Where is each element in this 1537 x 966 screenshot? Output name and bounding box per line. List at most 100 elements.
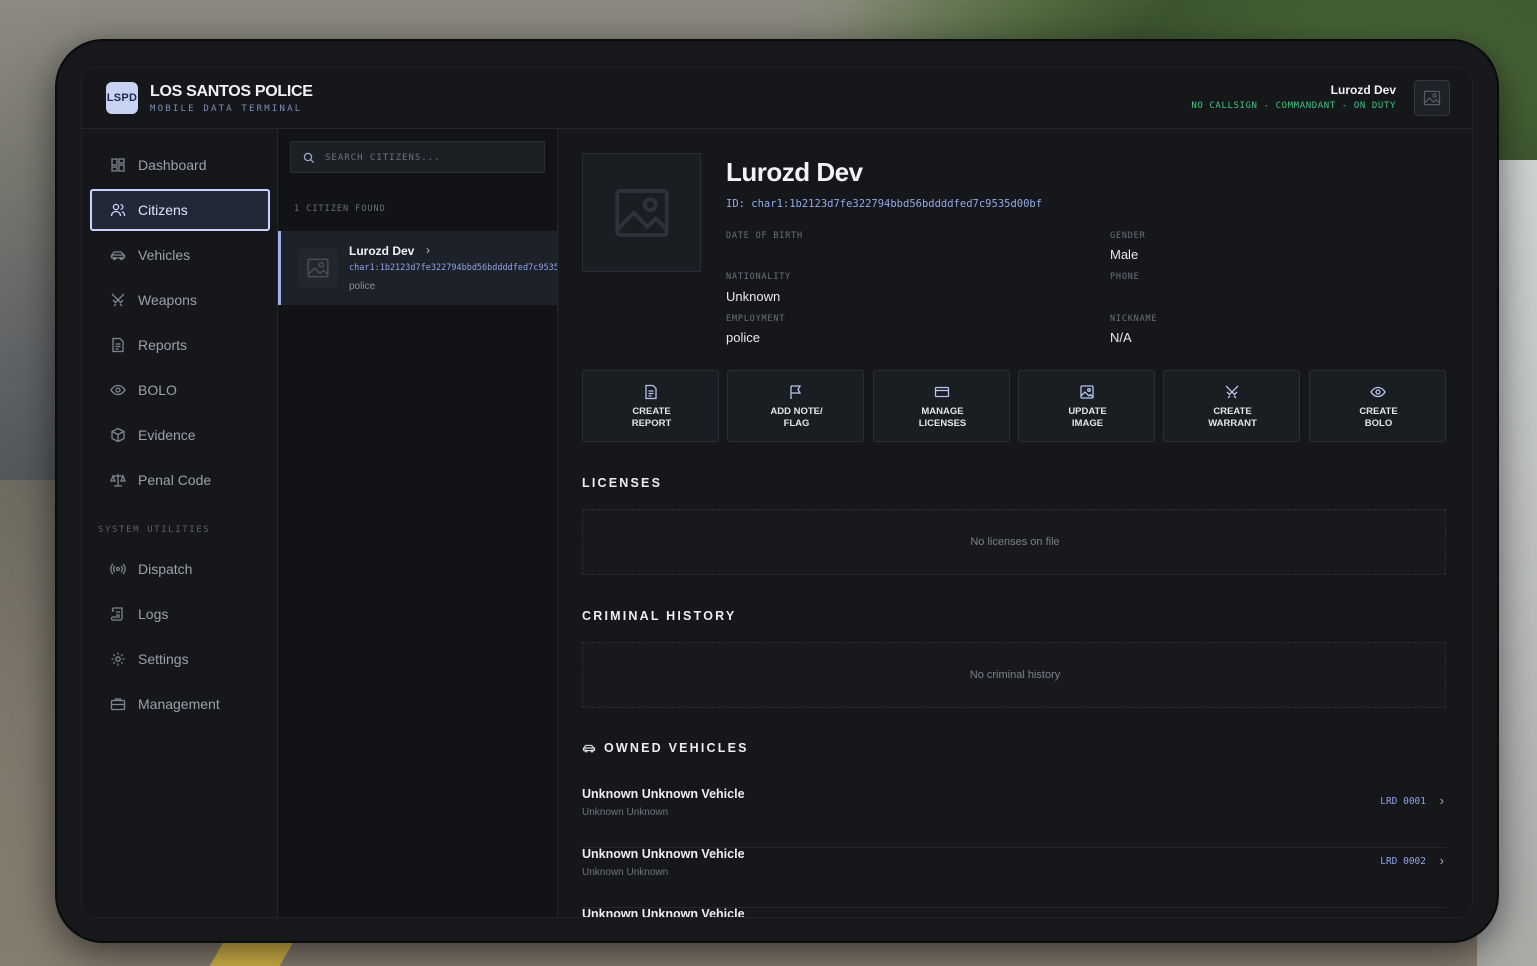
citizen-search[interactable] bbox=[290, 141, 545, 174]
app-header: LSPD LOS SANTOS POLICE MOBILE DATA TERMI… bbox=[82, 68, 1472, 129]
sidebar-item-weapons[interactable]: Weapons bbox=[90, 279, 270, 321]
sidebar-item-label: BOLO bbox=[138, 382, 177, 398]
result-count: 1 CITIZEN FOUND bbox=[294, 204, 386, 214]
sidebar-item-citizens[interactable]: Citizens bbox=[90, 189, 270, 231]
vehicle-plate: LRD 0001 bbox=[1380, 796, 1426, 807]
action-bar: CREATE REPORT ADD NOTE/ FLAG MANAGE LICE… bbox=[582, 370, 1446, 442]
citizen-name: Lurozd Dev bbox=[349, 244, 415, 258]
crossed-swords-icon bbox=[1225, 385, 1239, 399]
briefcase-icon bbox=[110, 698, 126, 711]
search-input[interactable] bbox=[323, 142, 537, 174]
criminal-history-heading: CRIMINAL HISTORY bbox=[582, 609, 737, 623]
sidebar-item-vehicles[interactable]: Vehicles bbox=[90, 234, 270, 276]
vehicle-name: Unknown Unknown Vehicle bbox=[582, 907, 745, 917]
app-subtitle: MOBILE DATA TERMINAL bbox=[150, 104, 303, 114]
update-image-button[interactable]: UPDATE IMAGE bbox=[1018, 370, 1155, 442]
vehicle-name: Unknown Unknown Vehicle bbox=[582, 787, 745, 801]
image-icon bbox=[1080, 385, 1094, 399]
vehicle-name: Unknown Unknown Vehicle bbox=[582, 847, 745, 861]
scales-icon bbox=[110, 474, 126, 487]
sidebar: Dashboard Citizens Vehicles Weapons Repo… bbox=[82, 129, 278, 917]
sidebar-item-label: Settings bbox=[138, 651, 189, 667]
users-icon bbox=[110, 203, 126, 217]
box-icon bbox=[111, 427, 125, 443]
sidebar-item-settings[interactable]: Settings bbox=[90, 638, 270, 680]
licenses-empty-state: No licenses on file bbox=[582, 509, 1446, 575]
eye-icon bbox=[110, 384, 126, 396]
flag-icon bbox=[790, 385, 802, 399]
officer-avatar[interactable] bbox=[1414, 80, 1450, 116]
car-icon bbox=[582, 744, 596, 753]
nationality-value: Unknown bbox=[726, 289, 781, 304]
sidebar-item-label: Vehicles bbox=[138, 247, 191, 263]
vehicle-row[interactable]: Unknown Unknown Vehicle Unknown Unknown … bbox=[582, 787, 1446, 848]
vehicle-row[interactable]: Unknown Unknown Vehicle Unknown Unknown … bbox=[582, 847, 1446, 908]
app-title: LOS SANTOS POLICE bbox=[150, 83, 313, 100]
vehicle-make-model: Unknown Unknown bbox=[582, 807, 669, 818]
search-icon bbox=[303, 152, 315, 164]
employment-label: EMPLOYMENT bbox=[726, 314, 786, 324]
eye-icon bbox=[1370, 386, 1386, 398]
licenses-empty-text: No licenses on file bbox=[970, 536, 1060, 548]
image-placeholder-icon bbox=[614, 188, 669, 237]
action-label: CREATE REPORT bbox=[631, 406, 672, 429]
document-icon bbox=[645, 384, 657, 400]
citizen-photo bbox=[582, 153, 701, 272]
dob-label: DATE OF BIRTH bbox=[726, 231, 803, 241]
lspd-logo: LSPD bbox=[106, 82, 138, 114]
crossed-swords-icon bbox=[111, 293, 125, 307]
citizen-job: police bbox=[349, 281, 376, 292]
gender-label: GENDER bbox=[1110, 231, 1146, 241]
create-report-button[interactable]: CREATE REPORT bbox=[582, 370, 719, 442]
tablet-screen: LSPD LOS SANTOS POLICE MOBILE DATA TERMI… bbox=[81, 67, 1473, 918]
scroll-icon bbox=[110, 607, 123, 621]
vehicle-row[interactable]: Unknown Unknown Vehicle bbox=[582, 907, 1446, 917]
citizen-list-panel: 1 CITIZEN FOUND Lurozd Dev › char1:1b212… bbox=[278, 129, 558, 917]
sidebar-item-logs[interactable]: Logs bbox=[90, 593, 270, 635]
car-icon bbox=[110, 251, 126, 261]
vehicle-make-model: Unknown Unknown bbox=[582, 867, 669, 878]
profile-id: ID: char1:1b2123d7fe322794bbd56bddddfed7… bbox=[726, 198, 1043, 210]
sidebar-item-dispatch[interactable]: Dispatch bbox=[90, 548, 270, 590]
create-bolo-button[interactable]: CREATE BOLO bbox=[1309, 370, 1446, 442]
add-note-flag-button[interactable]: ADD NOTE/ FLAG bbox=[727, 370, 864, 442]
officer-status: NO CALLSIGN - COMMANDANT - ON DUTY bbox=[1191, 101, 1396, 111]
dashboard-icon bbox=[111, 158, 125, 172]
sidebar-item-label: Weapons bbox=[138, 292, 197, 308]
sidebar-item-penal-code[interactable]: Penal Code bbox=[90, 459, 270, 501]
manage-licenses-button[interactable]: MANAGE LICENSES bbox=[873, 370, 1010, 442]
sidebar-item-bolo[interactable]: BOLO bbox=[90, 369, 270, 411]
chevron-right-icon: › bbox=[1439, 853, 1444, 868]
create-warrant-button[interactable]: CREATE WARRANT bbox=[1163, 370, 1300, 442]
broadcast-icon bbox=[110, 563, 126, 575]
action-label: UPDATE IMAGE bbox=[1068, 406, 1107, 429]
criminal-history-empty-state: No criminal history bbox=[582, 642, 1446, 708]
phone-label: PHONE bbox=[1110, 272, 1140, 282]
chevron-right-icon: › bbox=[1439, 793, 1444, 808]
section-system-utilities: SYSTEM UTILITIES bbox=[98, 525, 211, 535]
action-label: ADD NOTE/ FLAG bbox=[770, 406, 823, 429]
image-placeholder-icon bbox=[1423, 90, 1441, 106]
sidebar-item-label: Penal Code bbox=[138, 472, 212, 488]
sidebar-item-reports[interactable]: Reports bbox=[90, 324, 270, 366]
image-placeholder-icon bbox=[307, 258, 329, 278]
sidebar-item-management[interactable]: Management bbox=[90, 683, 270, 725]
chevron-right-icon: › bbox=[426, 243, 430, 257]
document-icon bbox=[112, 337, 124, 353]
vehicle-plate: LRD 0002 bbox=[1380, 856, 1426, 867]
employment-value: police bbox=[726, 330, 760, 345]
sidebar-item-dashboard[interactable]: Dashboard bbox=[90, 144, 270, 186]
nationality-label: NATIONALITY bbox=[726, 272, 792, 282]
action-label: CREATE BOLO bbox=[1359, 406, 1398, 429]
gender-value: Male bbox=[1110, 247, 1139, 262]
nickname-value: N/A bbox=[1110, 330, 1132, 345]
criminal-history-empty-text: No criminal history bbox=[969, 669, 1061, 681]
citizen-list-item[interactable]: Lurozd Dev › char1:1b2123d7fe322794bbd56… bbox=[278, 231, 557, 305]
sidebar-item-evidence[interactable]: Evidence bbox=[90, 414, 270, 456]
gear-icon bbox=[111, 652, 125, 666]
sidebar-item-label: Logs bbox=[138, 606, 169, 622]
citizen-thumbnail bbox=[299, 249, 337, 287]
action-label: CREATE WARRANT bbox=[1208, 406, 1257, 429]
sidebar-item-label: Evidence bbox=[138, 427, 196, 443]
sidebar-item-label: Citizens bbox=[138, 202, 188, 218]
